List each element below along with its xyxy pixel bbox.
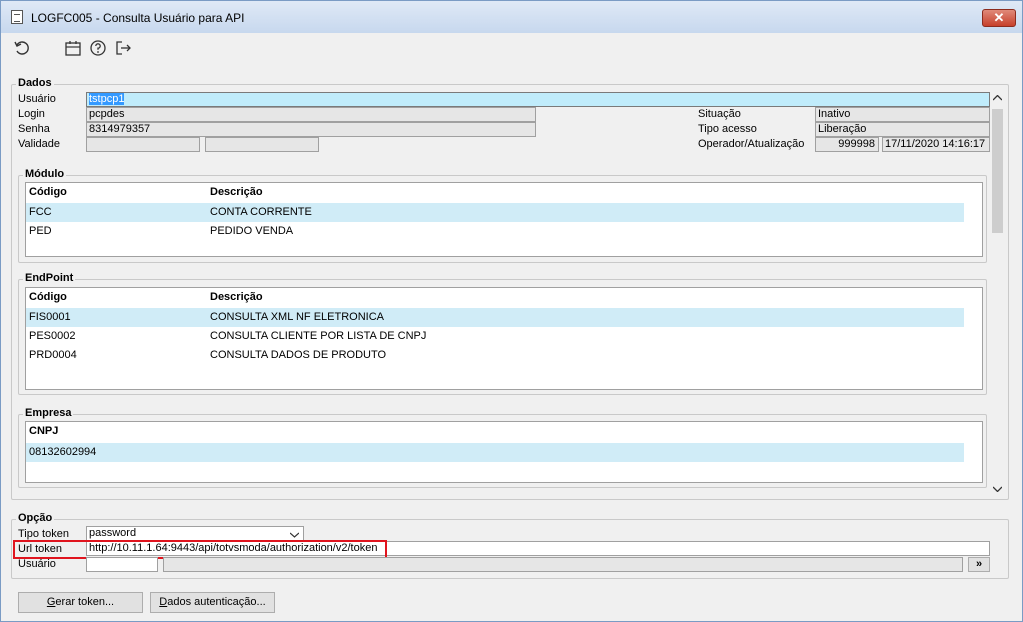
tipo-acesso-field: Liberação — [815, 122, 990, 137]
empresa-grid: CNPJ 08132602994 — [25, 421, 983, 483]
toolbar — [1, 33, 1022, 63]
cell-descricao: CONSULTA CLIENTE POR LISTA DE CNPJ — [210, 330, 427, 342]
endpoint-title: EndPoint — [23, 272, 76, 284]
table-row[interactable]: PED PEDIDO VENDA — [26, 222, 964, 241]
tipo-acesso-label: Tipo acesso — [698, 123, 757, 135]
cell-codigo: FIS0001 — [29, 311, 71, 323]
gerar-token-label: erar token... — [55, 596, 115, 608]
scroll-thumb[interactable] — [992, 109, 1003, 233]
opcao-usuario-field[interactable] — [86, 557, 158, 572]
situacao-field: Inativo — [815, 107, 990, 122]
usuario-value: tstpcp1 — [89, 93, 125, 105]
gerar-token-button[interactable]: Gerar token... — [18, 592, 143, 613]
cell-codigo: PED — [29, 225, 52, 237]
close-button[interactable]: ✕ — [982, 9, 1016, 27]
modulo-grid: Código Descrição FCC CONTA CORRENTE PED … — [25, 182, 983, 257]
opcao-usuario-label: Usuário — [18, 558, 56, 570]
atualizacao-field: 17/11/2020 14:16:17 — [882, 137, 990, 152]
app-window: LOGFC005 - Consulta Usuário para API ✕ D… — [0, 0, 1023, 622]
title-bar: LOGFC005 - Consulta Usuário para API ✕ — [1, 1, 1022, 33]
cell-codigo: PRD0004 — [29, 349, 77, 361]
col-codigo: Código — [29, 291, 67, 303]
modulo-header: Código Descrição — [26, 183, 964, 201]
table-row[interactable]: PES0002 CONSULTA CLIENTE POR LISTA DE CN… — [26, 327, 964, 346]
col-descricao: Descrição — [210, 291, 263, 303]
usuario-field[interactable]: tstpcp1 — [86, 92, 990, 107]
login-field: pcpdes — [86, 107, 536, 122]
senha-field: 8314979357 — [86, 122, 536, 137]
validade-label: Validade — [18, 138, 60, 150]
help-icon[interactable] — [89, 39, 107, 57]
scroll-up-icon[interactable] — [993, 95, 1002, 101]
scroll-down-icon[interactable] — [993, 486, 1002, 492]
col-codigo: Código — [29, 186, 67, 198]
document-icon — [11, 10, 23, 24]
table-row[interactable]: FCC CONTA CORRENTE — [26, 203, 964, 222]
table-row[interactable]: 08132602994 — [26, 443, 964, 462]
col-descricao: Descrição — [210, 186, 263, 198]
cell-descricao: CONTA CORRENTE — [210, 206, 312, 218]
window-title: LOGFC005 - Consulta Usuário para API — [31, 11, 245, 25]
tipo-token-value: password — [89, 527, 137, 539]
empresa-header: CNPJ — [26, 422, 964, 440]
table-row[interactable]: FIS0001 CONSULTA XML NF ELETRONICA — [26, 308, 964, 327]
dados-title: Dados — [16, 77, 54, 89]
login-label: Login — [18, 108, 45, 120]
browse-button[interactable]: » — [968, 557, 990, 572]
situacao-label: Situação — [698, 108, 741, 120]
cell-codigo: PES0002 — [29, 330, 76, 342]
cell-cnpj: 08132602994 — [29, 446, 97, 458]
cell-codigo: FCC — [29, 206, 52, 218]
exit-icon[interactable] — [114, 39, 132, 57]
endpoint-grid: Código Descrição FIS0001 CONSULTA XML NF… — [25, 287, 983, 390]
usuario-label: Usuário — [18, 93, 56, 105]
opcao-usuario-name-field — [163, 557, 963, 572]
refresh-icon[interactable] — [13, 39, 31, 57]
senha-label: Senha — [18, 123, 50, 135]
empresa-title: Empresa — [23, 407, 74, 419]
cell-descricao: CONSULTA DADOS DE PRODUTO — [210, 349, 387, 361]
validade-to-field — [205, 137, 319, 152]
validade-from-field — [86, 137, 200, 152]
cell-descricao: CONSULTA XML NF ELETRONICA — [210, 311, 384, 323]
modulo-title: Módulo — [23, 168, 67, 180]
cell-descricao: PEDIDO VENDA — [210, 225, 294, 237]
opcao-title: Opção — [16, 512, 55, 524]
operador-field: 999998 — [815, 137, 879, 152]
dados-scrollbar[interactable] — [990, 92, 1005, 496]
dados-autenticacao-button[interactable]: Dados autenticação... — [150, 592, 275, 613]
dados-auth-label: ados autenticação... — [167, 596, 266, 608]
table-row[interactable]: PRD0004 CONSULTA DADOS DE PRODUTO — [26, 346, 964, 365]
chevron-down-icon — [290, 532, 299, 538]
calendar-icon[interactable] — [64, 39, 82, 57]
endpoint-header: Código Descrição — [26, 288, 964, 306]
col-cnpj: CNPJ — [29, 425, 59, 437]
tipo-token-label: Tipo token — [18, 528, 69, 540]
operador-label: Operador/Atualização — [698, 138, 805, 150]
